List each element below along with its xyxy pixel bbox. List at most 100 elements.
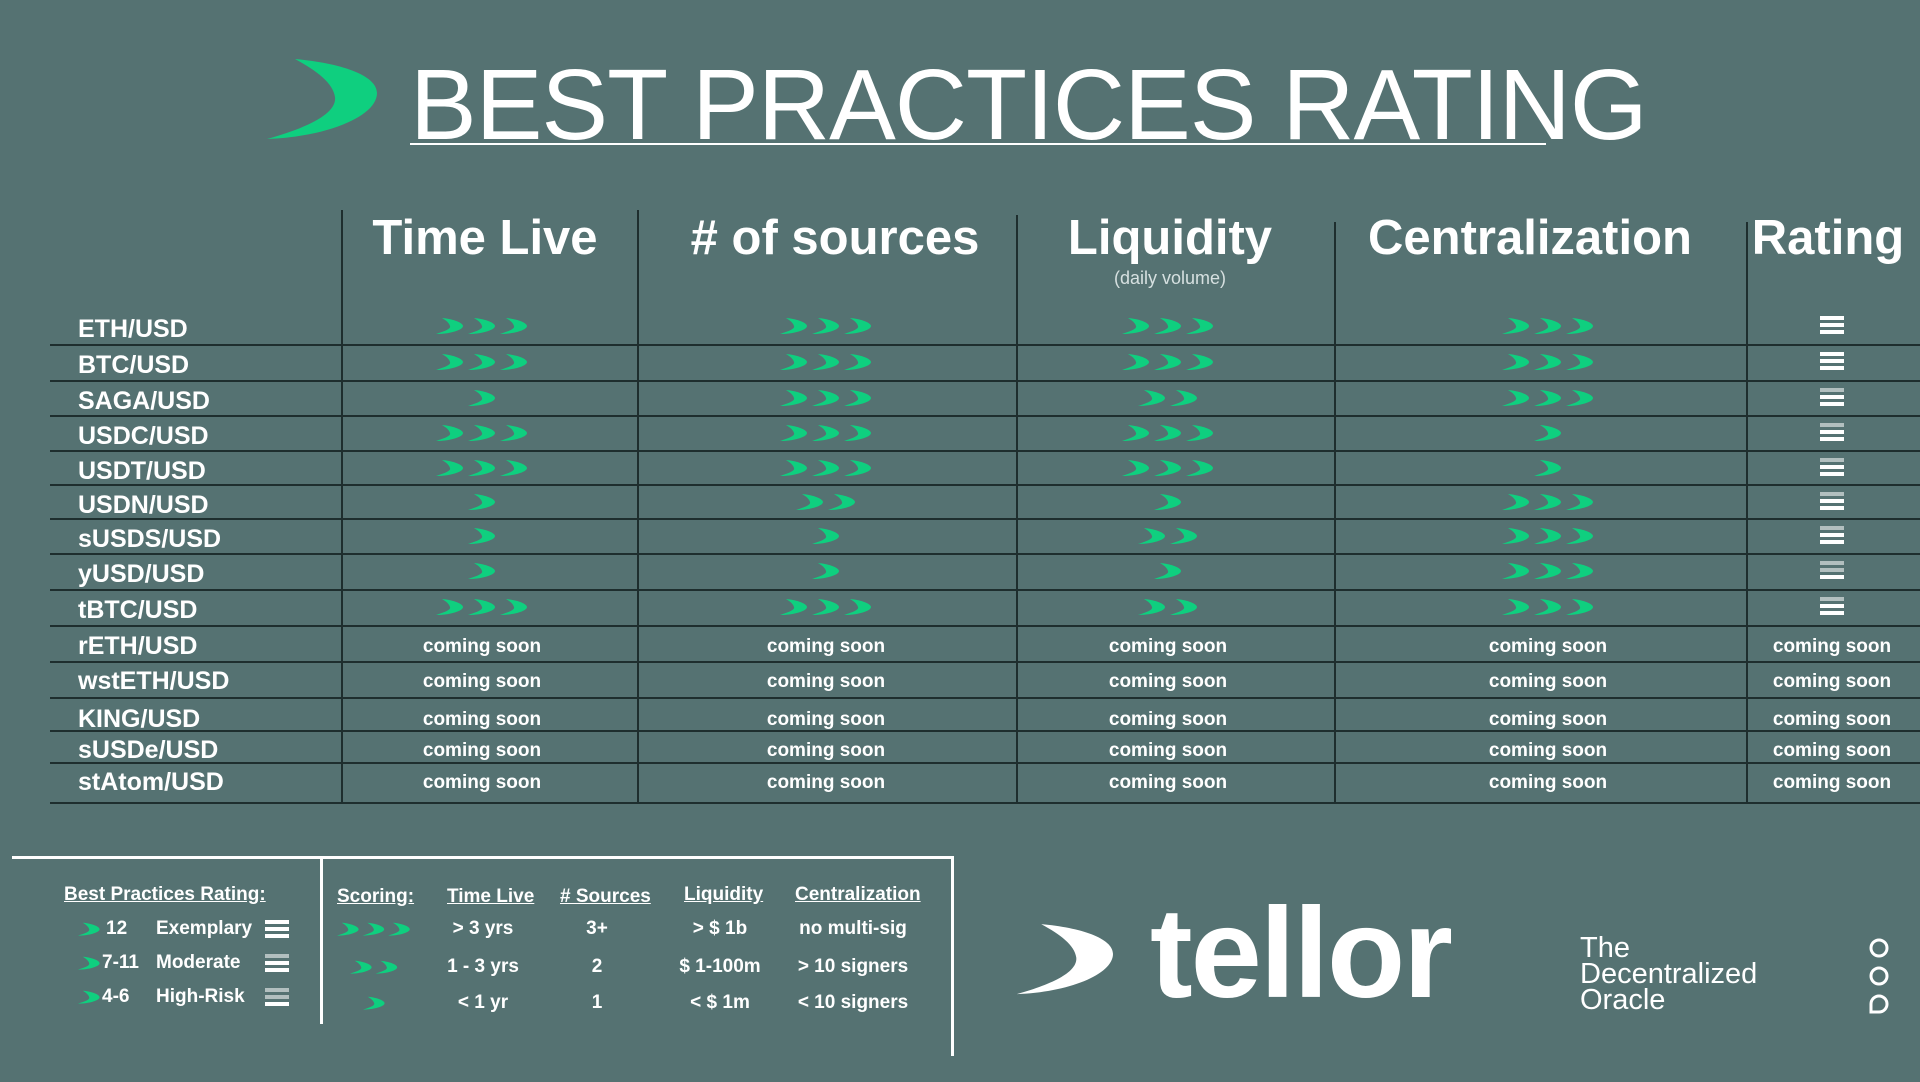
chevron-rating-icon — [1122, 460, 1213, 476]
coming-soon-label: coming soon — [422, 636, 542, 657]
score-cell-time-live — [382, 459, 582, 482]
coming-soon-label: coming soon — [766, 772, 886, 793]
score-cell-liquidity — [1068, 389, 1268, 412]
chevrons — [812, 562, 840, 580]
rating-moderate-icon — [1820, 597, 1844, 615]
chevrons — [780, 389, 872, 407]
legend-heading: Best Practices Rating: — [64, 884, 266, 905]
row-divider — [50, 344, 1920, 346]
coming-soon-label: coming soon — [422, 740, 542, 761]
chevron-rating-icon — [780, 599, 871, 615]
chevron-rating-icon — [78, 956, 100, 970]
score-cell-liquidity — [1068, 353, 1268, 376]
chevrons — [1502, 527, 1594, 545]
chevron-rating-icon — [780, 318, 871, 334]
chevrons — [468, 527, 496, 545]
pair-label: SAGA/USD — [78, 387, 210, 415]
row-divider — [50, 553, 1920, 555]
score-cell-sources — [726, 353, 926, 376]
score-cell-time-live — [382, 389, 582, 412]
pair-label: yUSD/USD — [78, 560, 205, 588]
chevron-rating-icon — [468, 528, 495, 544]
pair-label: ETH/USD — [78, 315, 188, 343]
chevron-rating-icon — [812, 563, 839, 579]
brand-tagline: The Decentralized Oracle — [1580, 934, 1757, 1015]
col-header-rating: Rating — [1751, 211, 1905, 265]
coming-soon-label: coming soon — [1488, 671, 1608, 692]
score-cell-liquidity — [1068, 598, 1268, 621]
score-cell-centralization — [1448, 317, 1648, 340]
chevrons — [1122, 424, 1214, 442]
score-cell-liquidity — [1068, 317, 1268, 340]
pair-label: USDT/USD — [78, 457, 206, 485]
chevron-rating-icon — [1502, 563, 1593, 579]
row-divider — [50, 762, 1920, 764]
chevrons — [1502, 598, 1594, 616]
coming-soon-label: coming soon — [766, 636, 886, 657]
chevron-rating-icon — [362, 996, 385, 1010]
rating-cell — [1732, 316, 1920, 341]
score-cell-centralization — [1448, 598, 1648, 621]
chevron-rating-icon — [468, 563, 495, 579]
score-cell-sources — [726, 493, 926, 516]
grid-vline — [637, 210, 639, 804]
chevron-rating-icon — [1138, 528, 1197, 544]
coming-soon-label: coming soon — [1488, 740, 1608, 761]
rating-exemplary-icon — [1820, 316, 1844, 334]
row-divider — [50, 589, 1920, 591]
pair-label: stAtom/USD — [78, 768, 224, 796]
grid-vline — [1334, 222, 1336, 804]
coming-soon-label: coming soon — [1108, 671, 1228, 692]
score-cell-sources — [726, 317, 926, 340]
chevrons — [1502, 317, 1594, 335]
scoring-header-liquidity: Liquidity — [684, 884, 764, 905]
chevrons — [436, 424, 528, 442]
rating-exemplary-icon — [265, 920, 289, 938]
rating-moderate-icon — [1820, 526, 1844, 544]
coming-soon-label: coming soon — [422, 709, 542, 730]
coming-soon-label: coming soon — [1772, 671, 1892, 692]
chevron-rating-icon — [436, 599, 527, 615]
rating-cell — [1732, 458, 1920, 483]
score-cell-centralization — [1448, 459, 1648, 482]
chevron-rating-icon — [468, 494, 495, 510]
chevron-rating-icon — [436, 354, 527, 370]
rating-cell — [1732, 352, 1920, 377]
rating-high-risk-icon — [1820, 561, 1844, 579]
tellor-swoosh-icon — [267, 59, 377, 139]
score-cell-time-live — [382, 493, 582, 516]
chevron-rating-icon — [78, 990, 100, 1004]
brand-name: tellor — [1150, 882, 1453, 1025]
pair-label: wstETH/USD — [78, 667, 230, 695]
grid-vline — [341, 210, 343, 804]
col-subheader-liquidity: (daily volume) — [1113, 268, 1227, 288]
legend-border — [951, 859, 954, 1056]
chevrons — [468, 389, 496, 407]
pair-label: rETH/USD — [78, 632, 198, 660]
col-header-centralization: Centralization — [1368, 211, 1692, 265]
coming-soon-label: coming soon — [422, 772, 542, 793]
page-title: BEST PRACTICES RATING — [410, 49, 1648, 161]
chevron-rating-icon — [1122, 425, 1213, 441]
row-divider — [50, 518, 1920, 520]
chevrons — [780, 317, 872, 335]
rating-moderate-icon — [1820, 388, 1844, 406]
chevron-rating-icon — [1502, 599, 1593, 615]
coming-soon-label: coming soon — [1488, 636, 1608, 657]
chevrons — [468, 562, 496, 580]
col-header-time-live: Time Live — [372, 211, 598, 265]
chevron-rating-icon — [1122, 354, 1213, 370]
pair-label: USDN/USD — [78, 491, 209, 519]
chevron-rating-icon — [780, 425, 871, 441]
rating-cell — [1732, 423, 1920, 448]
score-cell-centralization — [1448, 493, 1648, 516]
chevron-rating-icon — [436, 425, 527, 441]
row-divider — [50, 697, 1920, 699]
chevron-rating-icon — [780, 460, 871, 476]
coming-soon-label: coming soon — [1108, 772, 1228, 793]
score-cell-time-live — [382, 424, 582, 447]
row-divider — [50, 380, 1920, 382]
score-cell-centralization — [1448, 389, 1648, 412]
score-cell-centralization — [1448, 353, 1648, 376]
coming-soon-label: coming soon — [766, 671, 886, 692]
